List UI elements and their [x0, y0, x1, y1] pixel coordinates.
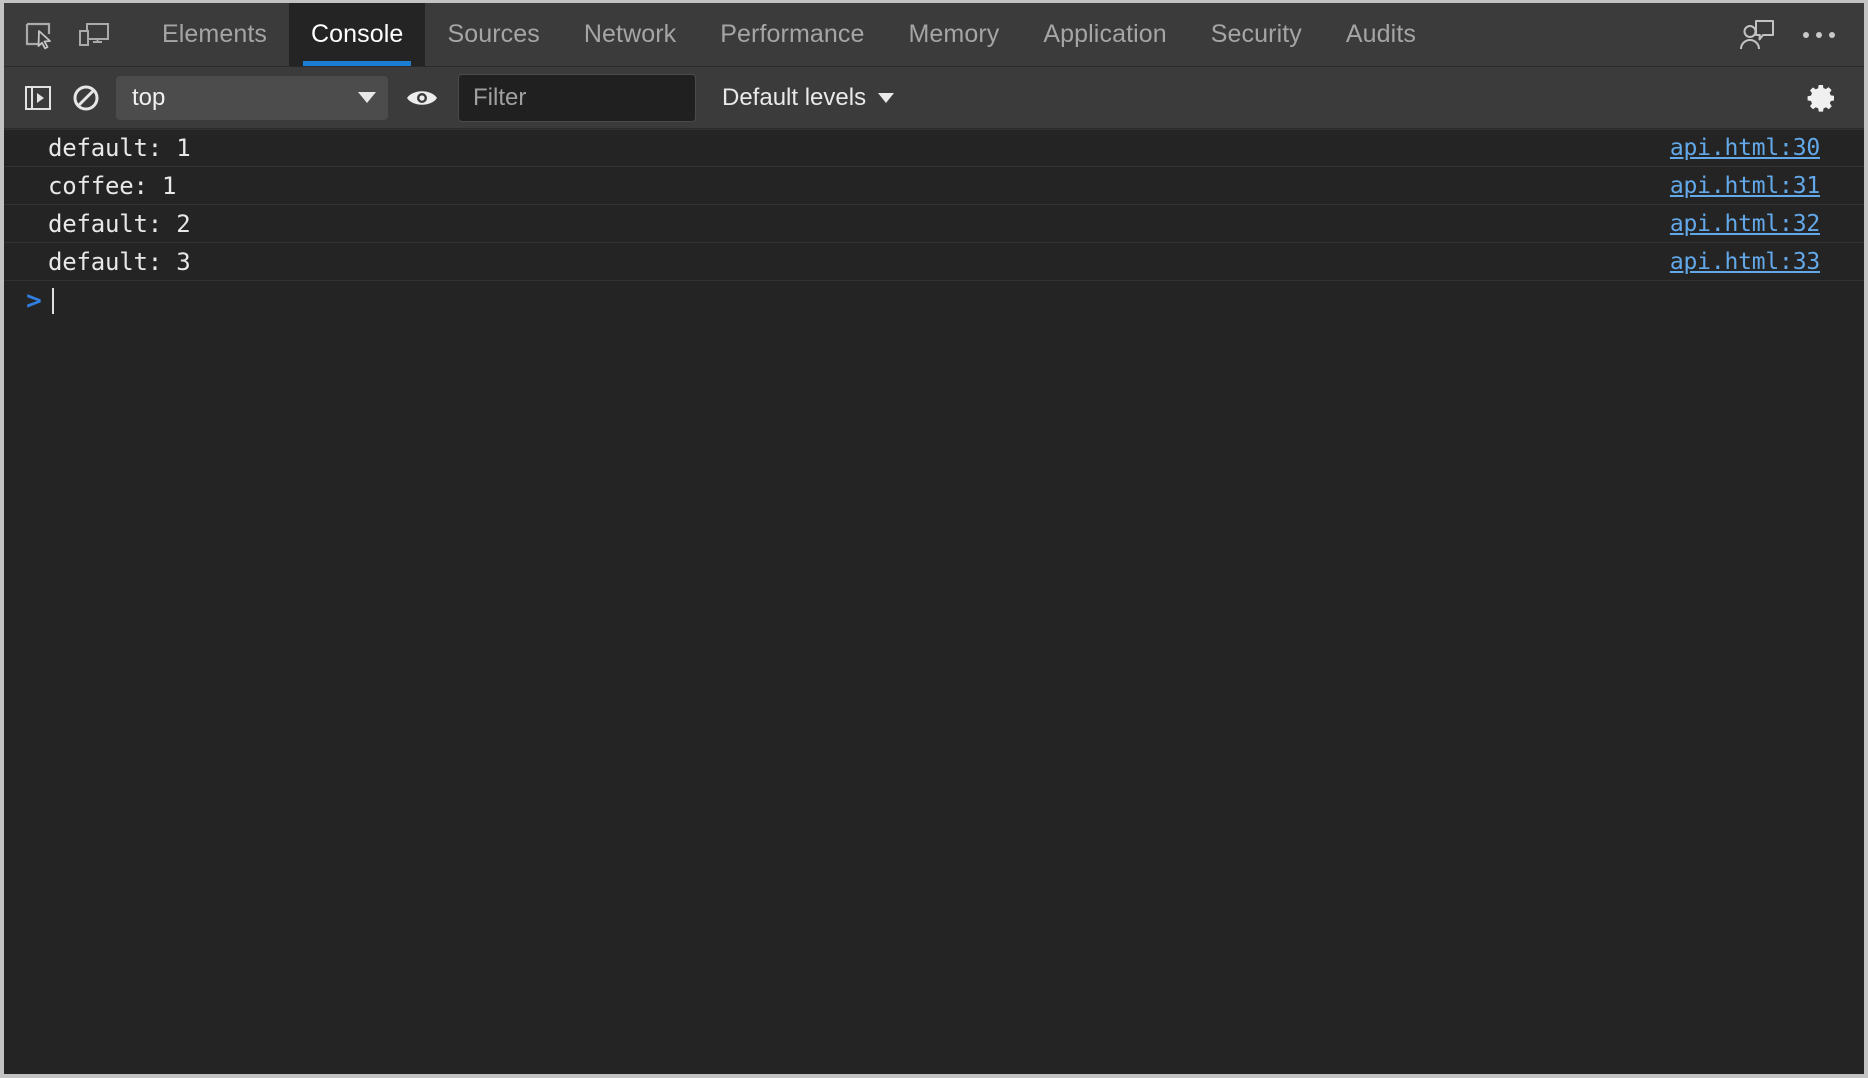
console-message-source-link[interactable]: api.html:31 [1670, 173, 1820, 199]
tab-performance[interactable]: Performance [698, 3, 886, 66]
tab-label: Application [1043, 20, 1166, 49]
tab-sources[interactable]: Sources [425, 3, 561, 66]
tab-network[interactable]: Network [562, 3, 698, 66]
tab-label: Audits [1346, 20, 1416, 49]
tab-label: Network [584, 20, 676, 49]
tab-memory[interactable]: Memory [886, 3, 1021, 66]
console-toolbar: top Default levels [4, 67, 1864, 129]
devtools-window: Elements Console Sources Network Perform… [0, 0, 1868, 1078]
tab-label: Sources [447, 20, 539, 49]
log-levels-dropdown[interactable]: Default levels [722, 84, 894, 112]
execution-context-select[interactable]: top [116, 76, 388, 120]
more-options-icon[interactable] [1788, 3, 1850, 67]
console-prompt-arrow-icon: > [20, 286, 48, 316]
console-message-source-link[interactable]: api.html:32 [1670, 211, 1820, 237]
tab-console[interactable]: Console [289, 3, 425, 66]
tab-elements[interactable]: Elements [140, 3, 289, 66]
console-message-source-link[interactable]: api.html:33 [1670, 249, 1820, 275]
chevron-down-icon [878, 93, 894, 103]
console-message-source-link[interactable]: api.html:30 [1670, 135, 1820, 161]
console-message-text: default: 2 [48, 210, 191, 238]
device-toolbar-icon[interactable] [66, 3, 122, 66]
gear-icon[interactable] [1794, 72, 1850, 124]
execution-context-value: top [132, 84, 358, 112]
console-message-text: default: 3 [48, 248, 191, 276]
console-message-row[interactable]: default: 2 api.html:32 [4, 205, 1864, 243]
console-message-list[interactable]: default: 1 api.html:30 coffee: 1 api.htm… [4, 129, 1864, 1074]
tab-audits[interactable]: Audits [1324, 3, 1438, 66]
console-sidebar-toggle-icon[interactable] [14, 74, 62, 122]
tab-security[interactable]: Security [1189, 3, 1324, 66]
tab-label: Performance [720, 20, 864, 49]
panel-tabs: Elements Console Sources Network Perform… [140, 3, 1438, 66]
console-message-row[interactable]: coffee: 1 api.html:31 [4, 167, 1864, 205]
clear-console-icon[interactable] [62, 74, 110, 122]
console-message-row[interactable]: default: 1 api.html:30 [4, 129, 1864, 167]
chevron-down-icon [358, 92, 376, 103]
tab-label: Security [1211, 20, 1302, 49]
feedback-person-icon[interactable] [1726, 3, 1788, 67]
console-message-text: coffee: 1 [48, 172, 176, 200]
console-prompt-caret [52, 288, 54, 314]
console-message-text: default: 1 [48, 134, 191, 162]
log-levels-label: Default levels [722, 84, 866, 112]
console-prompt-row[interactable]: > [4, 281, 1864, 321]
filter-input[interactable] [458, 74, 696, 122]
tab-label: Elements [162, 20, 267, 49]
tabstrip-actions [1726, 3, 1864, 66]
tab-application[interactable]: Application [1021, 3, 1188, 66]
more-dots [1803, 32, 1835, 38]
devtools-tabstrip: Elements Console Sources Network Perform… [4, 3, 1864, 67]
inspect-element-icon[interactable] [10, 3, 66, 66]
console-message-row[interactable]: default: 3 api.html:33 [4, 243, 1864, 281]
live-expression-eye-icon[interactable] [394, 74, 450, 122]
tab-label: Memory [908, 20, 999, 49]
tab-label: Console [311, 20, 403, 49]
